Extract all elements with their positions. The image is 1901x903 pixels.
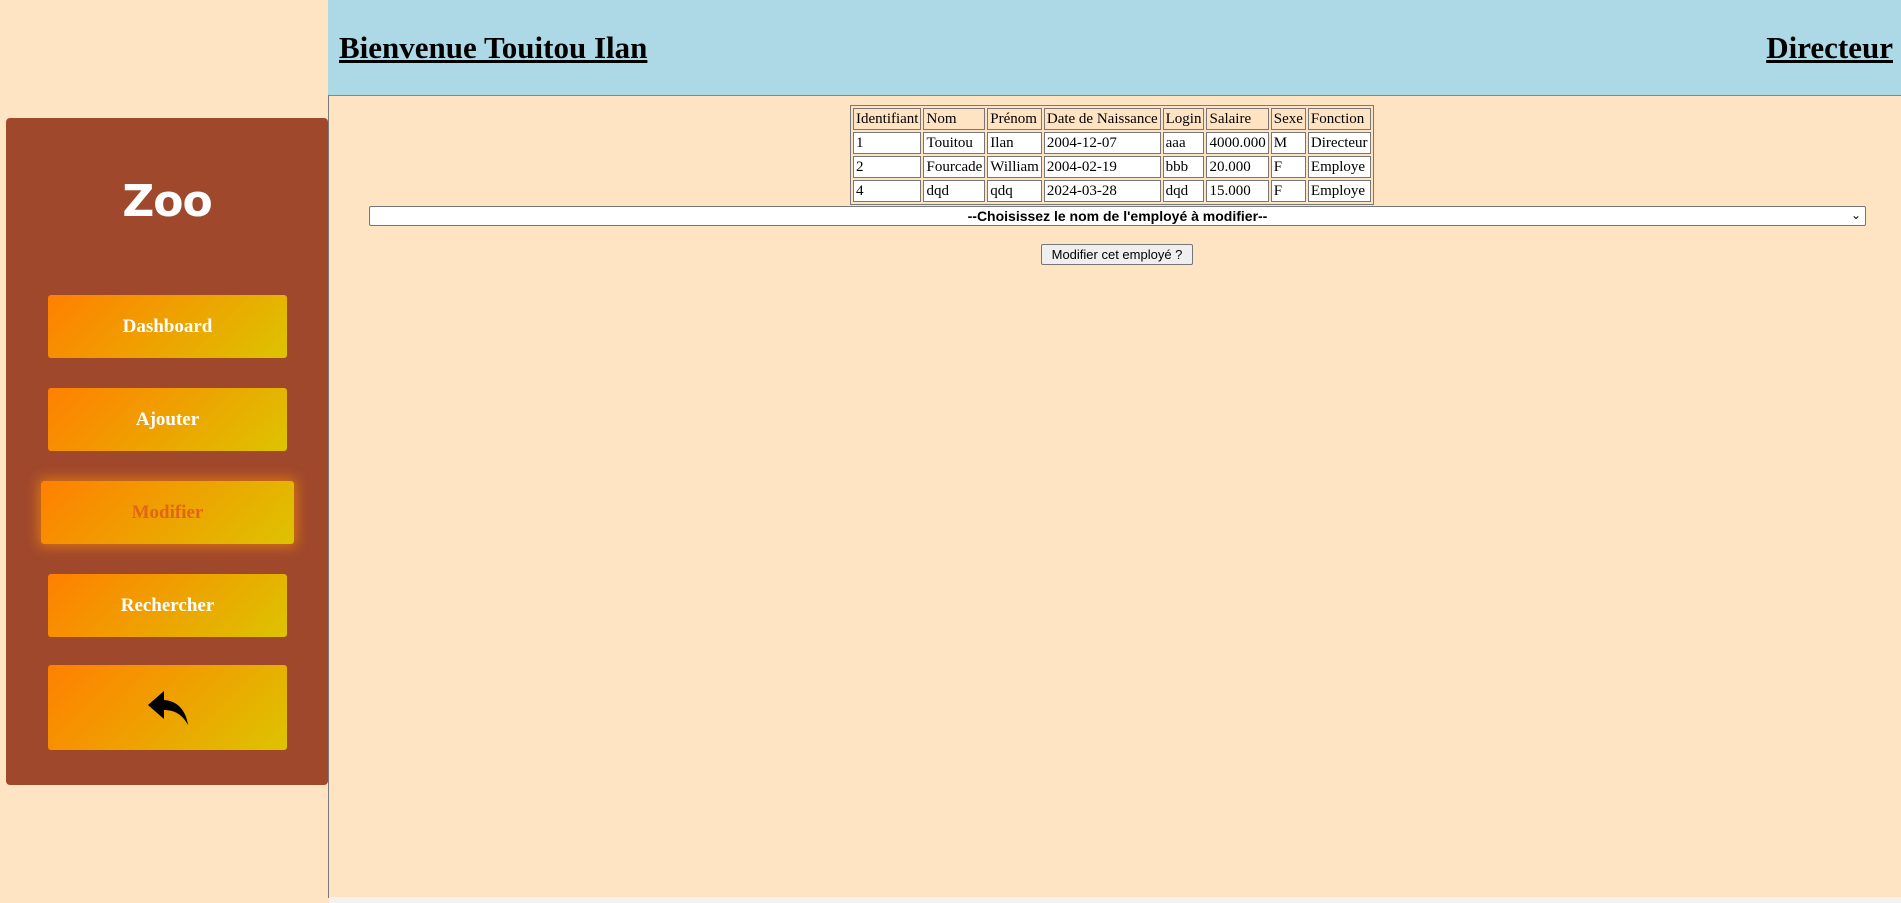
- table-cell: 4000.000: [1206, 132, 1269, 154]
- sidebar-item-ajouter[interactable]: Ajouter: [48, 388, 287, 451]
- undo-arrow-icon: [147, 690, 188, 725]
- table-cell: 2004-02-19: [1043, 156, 1161, 178]
- table-cell: dqd: [1162, 180, 1205, 202]
- sidebar-item-label: Ajouter: [135, 408, 200, 430]
- zoo-logo: Zoo: [122, 176, 212, 227]
- table-cell: F: [1270, 156, 1306, 178]
- sidebar-item-modifier[interactable]: Modifier: [41, 481, 294, 544]
- table-cell: Employe: [1307, 180, 1371, 202]
- sidebar-item-dashboard[interactable]: Dashboard: [48, 295, 287, 358]
- table-header-row: Identifiant Nom Prénom Date de Naissance Log…: [853, 108, 1371, 130]
- column-header: Login: [1162, 108, 1205, 130]
- table-cell: Touitou: [923, 132, 986, 154]
- sidebar-item-rechercher[interactable]: Rechercher: [48, 574, 287, 637]
- back-button[interactable]: [48, 665, 287, 750]
- sidebar: Zoo Dashboard Ajouter Modifier Recherche…: [6, 118, 328, 785]
- table-cell: Directeur: [1307, 132, 1371, 154]
- table-cell: Fourcade: [923, 156, 986, 178]
- table-cell: 2: [853, 156, 922, 178]
- table-cell: M: [1270, 132, 1306, 154]
- column-header: Fonction: [1307, 108, 1371, 130]
- sidebar-item-label: Dashboard: [122, 315, 213, 337]
- column-header: Identifiant: [853, 108, 922, 130]
- table-cell: Ilan: [987, 132, 1042, 154]
- column-header: Prénom: [987, 108, 1042, 130]
- table-cell: Employe: [1307, 156, 1371, 178]
- table-cell: 15.000: [1206, 180, 1269, 202]
- table-cell: 4: [853, 180, 922, 202]
- table-cell: qdq: [987, 180, 1042, 202]
- welcome-title: Bienvenue Touitou Ilan: [339, 30, 648, 65]
- page-header: Bienvenue Touitou Ilan Directeur: [328, 0, 1901, 96]
- table-cell: 1: [853, 132, 922, 154]
- employees-table: Identifiant Nom Prénom Date de Naissance Log…: [850, 105, 1374, 205]
- content-divider: [328, 95, 329, 898]
- sidebar-item-label: Rechercher: [120, 594, 215, 616]
- column-header: Date de Naissance: [1043, 108, 1161, 130]
- table-cell: dqd: [923, 180, 986, 202]
- table-row: 1 Touitou Ilan 2004-12-07 aaa 4000.000 M Direct…: [853, 132, 1371, 154]
- table-cell: aaa: [1162, 132, 1205, 154]
- user-role: Directeur: [1766, 30, 1893, 65]
- modify-employee-button[interactable]: Modifier cet employé ?: [1041, 244, 1193, 265]
- table-cell: 20.000: [1206, 156, 1269, 178]
- table-row: 4 dqd qdq 2024-03-28 dqd 15.000 F Employe: [853, 180, 1371, 202]
- employee-select[interactable]: --Choisissez le nom de l'employé à modif…: [369, 206, 1866, 226]
- sidebar-item-label: Modifier: [131, 501, 204, 523]
- table-cell: William: [987, 156, 1042, 178]
- table-row: 2 Fourcade William 2004-02-19 bbb 20.000 F Empl…: [853, 156, 1371, 178]
- table-cell: bbb: [1162, 156, 1205, 178]
- column-header: Sexe: [1270, 108, 1306, 130]
- table-cell: F: [1270, 180, 1306, 202]
- table-cell: 2004-12-07: [1043, 132, 1161, 154]
- table-cell: 2024-03-28: [1043, 180, 1161, 202]
- column-header: Salaire: [1206, 108, 1269, 130]
- content-bottom-strip: [329, 897, 1901, 903]
- column-header: Nom: [923, 108, 986, 130]
